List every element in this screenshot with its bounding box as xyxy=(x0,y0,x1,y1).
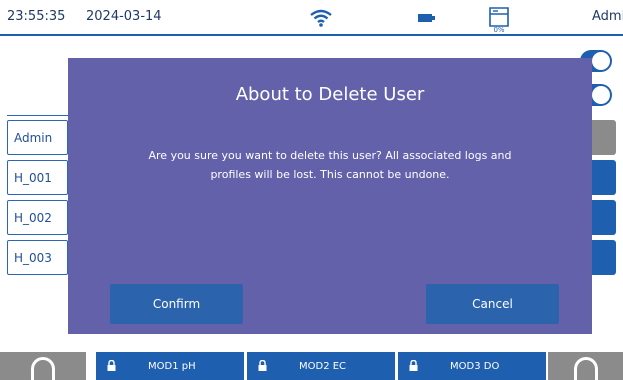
user-list-item[interactable]: H_002 xyxy=(7,200,68,235)
lock-icon xyxy=(409,360,418,371)
confirm-button[interactable]: Confirm xyxy=(110,284,243,324)
left-nav-button[interactable] xyxy=(0,352,86,380)
module-label: MOD3 DO xyxy=(450,361,500,372)
module-label: MOD2 EC xyxy=(299,361,347,372)
user-list-item[interactable]: H_003 xyxy=(7,240,68,275)
storage-percent: 0% xyxy=(493,26,505,34)
right-nav-button[interactable] xyxy=(548,352,623,380)
module-label: MOD1 pH xyxy=(148,361,196,372)
lock-icon xyxy=(107,360,116,371)
home-icon xyxy=(31,357,55,380)
current-user[interactable]: Admi xyxy=(592,9,623,24)
screen: 23:55:35 2024-03-14 0% Admi Admin H_001 … xyxy=(0,0,623,380)
clock-time: 23:55:35 xyxy=(7,9,66,24)
current-date: 2024-03-14 xyxy=(86,9,162,24)
battery-icon xyxy=(418,14,435,22)
dialog-message: Are you sure you want to delete this use… xyxy=(148,149,512,181)
cancel-button[interactable]: Cancel xyxy=(426,284,559,324)
lock-icon xyxy=(258,360,267,371)
module-tab-mod2[interactable]: MOD2 EC xyxy=(247,352,395,380)
toggle-knob xyxy=(592,86,610,104)
user-list-item[interactable]: Admin xyxy=(7,120,68,155)
delete-user-dialog: About to Delete User Are you sure you wa… xyxy=(68,58,592,334)
home-icon xyxy=(574,357,598,380)
dialog-title: About to Delete User xyxy=(235,84,425,105)
wifi-icon xyxy=(310,9,332,27)
status-bar: 23:55:35 2024-03-14 0% Admi xyxy=(0,0,623,36)
list-divider xyxy=(7,115,68,116)
toggle-knob xyxy=(592,52,610,70)
module-tab-mod1[interactable]: MOD1 pH xyxy=(96,352,244,380)
module-tab-mod3[interactable]: MOD3 DO xyxy=(398,352,546,380)
user-list-item[interactable]: H_001 xyxy=(7,160,68,195)
